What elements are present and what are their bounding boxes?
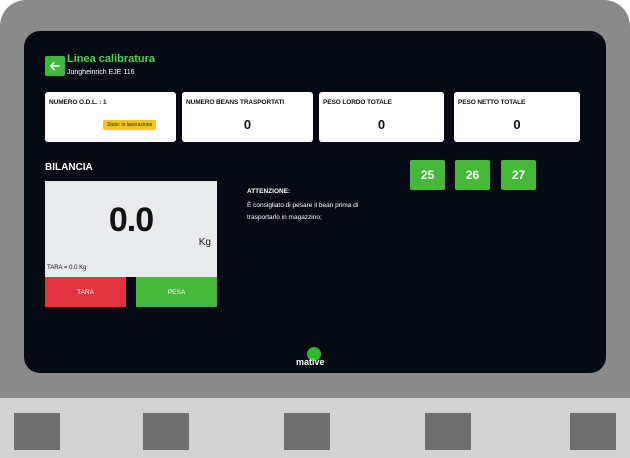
tara-readout: TARA = 0.0 Kg <box>47 265 87 271</box>
card-net-value: 0 <box>513 117 521 132</box>
scale-display: 0.0 Kg TARA = 0.0 Kg <box>45 181 217 277</box>
scale-unit: Kg <box>198 237 211 248</box>
notice-text: È consigliato di pesare il bean prima di… <box>247 202 359 221</box>
card-gross-label: PESO LORDO TOTALE <box>323 99 392 106</box>
hardware-button-4[interactable] <box>425 413 471 450</box>
status-badge: Stato: in lavorazione <box>103 120 157 130</box>
hardware-button-1[interactable] <box>14 413 60 450</box>
hardware-button-5[interactable] <box>570 413 616 450</box>
card-beans-transported: NUMERO BEANS TRASPORTATI 0 <box>182 92 313 142</box>
hardware-button-2[interactable] <box>143 413 189 450</box>
pesa-button[interactable]: PESA <box>136 277 217 307</box>
bean-button-25[interactable]: 25 <box>410 160 445 190</box>
bean-button-26[interactable]: 26 <box>455 160 490 190</box>
back-button[interactable] <box>45 56 65 76</box>
card-beans-label: NUMERO BEANS TRASPORTATI <box>186 99 285 106</box>
page-title: Linea calibratura <box>67 53 156 65</box>
card-odl-label: NUMERO O.D.L. : 1 <box>49 99 107 106</box>
card-net-weight: PESO NETTO TOTALE 0 <box>454 92 580 142</box>
arrow-left-icon <box>50 61 60 71</box>
page-subtitle: Jungheinrich EJE 116 <box>67 69 135 76</box>
card-gross-value: 0 <box>377 117 386 132</box>
bean-button-27[interactable]: 27 <box>501 160 536 190</box>
notice-title: ATTENZIONE: <box>247 188 291 195</box>
brand-name: mative <box>296 357 325 367</box>
card-beans-value: 0 <box>243 117 252 132</box>
card-gross-weight: PESO LORDO TOTALE 0 <box>319 92 444 142</box>
screen: Linea calibratura Jungheinrich EJE 116 N… <box>24 31 606 373</box>
tara-button[interactable]: TARA <box>45 277 126 307</box>
card-odl: NUMERO O.D.L. : 1 Stato: in lavorazione <box>45 92 176 142</box>
scale-section-title: BILANCIA <box>45 162 93 173</box>
card-net-label: PESO NETTO TOTALE <box>458 99 526 106</box>
scale-weight-value: 0.0 <box>108 201 154 239</box>
hardware-button-3[interactable] <box>284 413 330 450</box>
